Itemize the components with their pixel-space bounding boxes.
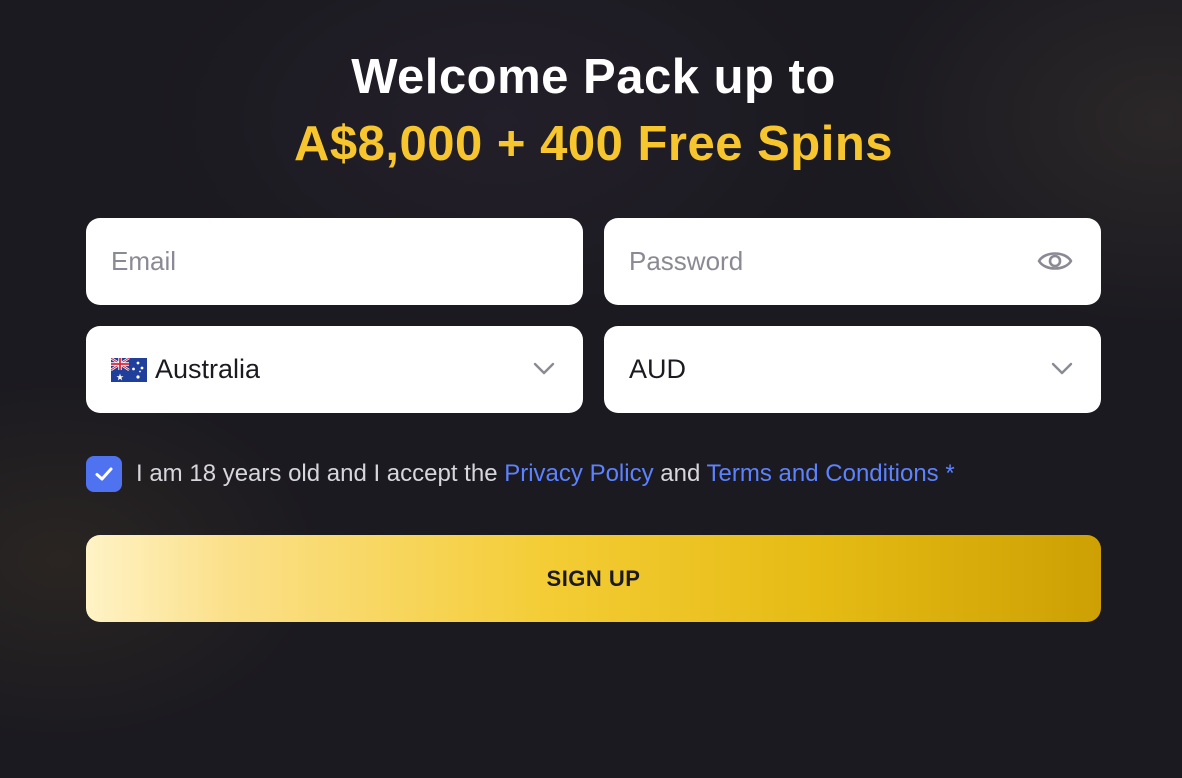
promo-headline: Welcome Pack up to bbox=[351, 50, 836, 104]
email-field-container bbox=[86, 218, 583, 305]
country-select[interactable]: Australia bbox=[86, 326, 583, 413]
email-input[interactable] bbox=[86, 218, 583, 305]
age-terms-agreement: I am 18 years old and I accept the Priva… bbox=[86, 456, 1101, 492]
australia-flag-icon bbox=[110, 357, 147, 382]
currency-select[interactable]: AUD bbox=[604, 326, 1101, 413]
sign-up-button[interactable]: SIGN UP bbox=[86, 535, 1101, 622]
checkmark-icon bbox=[95, 467, 113, 481]
required-mark: * bbox=[945, 460, 955, 487]
privacy-policy-link[interactable]: Privacy Policy bbox=[504, 460, 653, 487]
chevron-down-icon bbox=[1051, 360, 1073, 376]
terms-conditions-link[interactable]: Terms and Conditions bbox=[707, 460, 939, 487]
signup-form-panel: Welcome Pack up to A$8,000 + 400 Free Sp… bbox=[86, 0, 1101, 778]
agreement-conjunction: and bbox=[660, 460, 701, 487]
chevron-down-icon bbox=[533, 360, 555, 376]
agreement-prefix: I am 18 years old and I accept the bbox=[136, 460, 498, 487]
agreement-text: I am 18 years old and I accept the Priva… bbox=[136, 456, 955, 492]
country-value: Australia bbox=[155, 354, 261, 384]
password-input[interactable] bbox=[604, 218, 1101, 305]
age-terms-checkbox[interactable] bbox=[86, 456, 122, 492]
eye-icon[interactable] bbox=[1037, 246, 1073, 276]
promo-offer: A$8,000 + 400 Free Spins bbox=[294, 117, 893, 171]
password-field-container bbox=[604, 218, 1101, 305]
currency-value: AUD bbox=[629, 354, 687, 384]
